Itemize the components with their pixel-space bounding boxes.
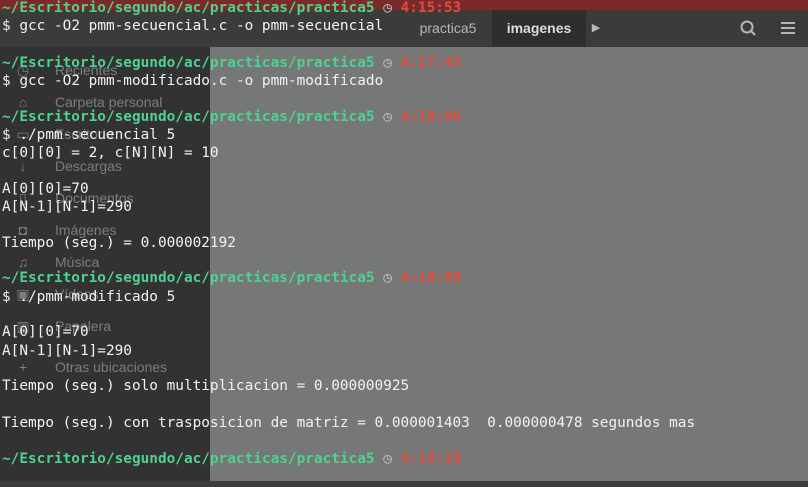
prompt-path: ~/Escritorio/segundo/ac/practicas/practi… [2,0,375,16]
command-line: $ ./pmm-secuencial 5 [2,126,175,144]
prompt-line: ~/Escritorio/segundo/ac/practicas/practi… [2,54,461,72]
command-line: $ gcc -O2 pmm-secuencial.c -o pmm-secuen… [2,17,383,35]
prompt-line: ~/Escritorio/segundo/ac/practicas/practi… [2,269,461,287]
command-line: $ gcc -O2 pmm-modificado.c -o pmm-modifi… [2,72,383,90]
terminal-window[interactable]: ~/Escritorio/segundo/ac/practicas/practi… [0,0,808,487]
output-line: A[0][0]=70 [2,181,89,197]
clock-icon: ◷ [383,0,392,16]
output-line: Tiempo (seg.) solo multiplicacion = 0.00… [2,378,410,394]
prompt-path: ~/Escritorio/segundo/ac/practicas/practi… [2,55,375,71]
command-text: gcc -O2 pmm-modificado.c -o pmm-modifica… [19,73,384,89]
output-line: Tiempo (seg.) con trasposicion de matriz… [2,415,696,431]
prompt-path: ~/Escritorio/segundo/ac/practicas/practi… [2,109,375,125]
output-line: A[N-1][N-1]=290 [2,199,132,215]
command-text: ./pmm-secuencial 5 [19,127,176,143]
clock-icon: ◷ [383,109,392,125]
clock-icon: ◷ [383,451,392,467]
command-text: ./pmm-modificado 5 [19,289,176,305]
prompt-time: 4:15:53 [400,0,462,16]
output-line: A[N-1][N-1]=290 [2,343,132,359]
prompt-symbol: $ [2,73,11,89]
prompt-line: ~/Escritorio/segundo/ac/practicas/practi… [2,108,461,126]
prompt-time: 4:18:00 [400,109,462,125]
prompt-line: ~/Escritorio/segundo/ac/practicas/practi… [2,450,461,468]
command-text: gcc -O2 pmm-secuencial.c -o pmm-secuenci… [19,18,384,34]
prompt-path: ~/Escritorio/segundo/ac/practicas/practi… [2,270,375,286]
clock-icon: ◷ [383,55,392,71]
output-line: Tiempo (seg.) = 0.000002192 [2,235,236,251]
prompt-path: ~/Escritorio/segundo/ac/practicas/practi… [2,451,375,467]
prompt-symbol: $ [2,127,11,143]
output-line: c[0][0] = 2, c[N][N] = 10 [2,145,219,161]
output-line: A[0][0]=70 [2,324,89,340]
prompt-symbol: $ [2,18,11,34]
prompt-time: 4:18:19 [400,451,462,467]
prompt-line: ~/Escritorio/segundo/ac/practicas/practi… [2,0,461,17]
prompt-time: 4:18:09 [400,270,462,286]
prompt-symbol: $ [2,289,11,305]
clock-icon: ◷ [383,270,392,286]
command-line: $ ./pmm-modificado 5 [2,288,175,306]
prompt-time: 4:17:45 [400,55,462,71]
